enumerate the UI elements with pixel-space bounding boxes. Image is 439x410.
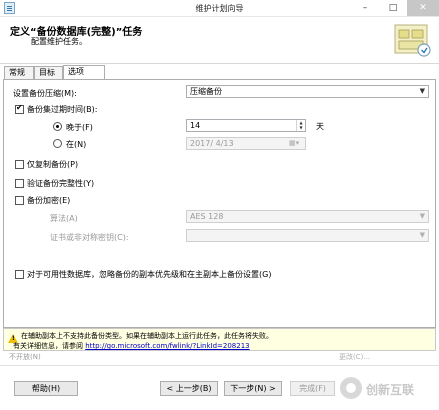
next-button[interactable]: 下一步(N) > bbox=[224, 381, 282, 396]
algorithm-label: 算法(A) bbox=[50, 214, 78, 223]
warning-bar: 在辅助副本上不支持此备份类型。如果在辅助副本上运行此任务，此任务将失败。 有关详… bbox=[3, 328, 436, 351]
expire-label: 备份集过期时间(B): bbox=[27, 105, 98, 114]
page-subtitle: 配置维护任务。 bbox=[31, 37, 87, 46]
on-date-radio[interactable] bbox=[53, 139, 62, 148]
after-label: 晚于(F) bbox=[66, 123, 93, 132]
spinner-arrows-icon[interactable]: ▲ ▼ bbox=[296, 120, 305, 131]
close-button[interactable]: ✕ bbox=[407, 0, 439, 16]
watermark: 创新互联 bbox=[340, 375, 437, 405]
algorithm-select[interactable]: AES 128 ▼ bbox=[186, 210, 429, 223]
verify-label: 验证备份完整性(Y) bbox=[27, 179, 95, 188]
algorithm-value: AES 128 bbox=[190, 212, 224, 221]
warning-more-info-prefix: 有关详细信息，请参阅 bbox=[13, 342, 83, 350]
help-link[interactable]: http://go.microsoft.com/fwlink/?LinkId=2… bbox=[85, 342, 249, 350]
minimize-button[interactable]: – bbox=[352, 0, 378, 16]
tab-general[interactable]: 常规 bbox=[4, 66, 34, 79]
maximize-button[interactable]: □ bbox=[380, 0, 406, 16]
days-spinner[interactable]: 14 ▲ ▼ bbox=[186, 119, 306, 132]
obscured-row: 不开放(N) 更改(C)... bbox=[9, 352, 429, 363]
watermark-text: 创新互联 bbox=[366, 383, 415, 397]
expire-checkbox[interactable] bbox=[15, 103, 24, 114]
back-button[interactable]: < 上一步(B) bbox=[160, 381, 218, 396]
compression-label: 设置备份压缩(M): bbox=[13, 89, 77, 98]
compression-value: 压缩备份 bbox=[190, 87, 222, 96]
watermark-logo-icon bbox=[340, 377, 362, 399]
window-titlebar: 维护计划向导 – □ ✕ bbox=[0, 0, 439, 17]
obscured-change-button[interactable]: 更改(C)... bbox=[339, 352, 370, 362]
after-radio[interactable] bbox=[53, 122, 62, 131]
encrypt-label: 备份加密(E) bbox=[27, 196, 71, 205]
finish-button[interactable]: 完成(F) bbox=[290, 381, 335, 396]
tab-target[interactable]: 目标 bbox=[34, 66, 63, 79]
encrypt-checkbox[interactable] bbox=[15, 196, 24, 205]
obscured-left-text: 不开放(N) bbox=[9, 353, 41, 361]
help-button[interactable]: 帮助(H) bbox=[14, 381, 78, 396]
warning-text: 在辅助副本上不支持此备份类型。如果在辅助副本上运行此任务，此任务将失败。 bbox=[21, 332, 273, 340]
ag-ignore-label: 对于可用性数据库，忽略备份的副本优先级和在主副本上备份设置(G) bbox=[27, 270, 272, 279]
verify-checkbox[interactable] bbox=[15, 179, 24, 188]
days-unit-label: 天 bbox=[316, 122, 324, 131]
on-date-label: 在(N) bbox=[66, 140, 87, 149]
copy-only-label: 仅复制备份(P) bbox=[27, 160, 79, 169]
ag-ignore-checkbox[interactable] bbox=[15, 270, 24, 279]
cert-select[interactable]: ▼ bbox=[186, 229, 429, 242]
chevron-down-icon: ▼ bbox=[419, 212, 425, 220]
chevron-down-icon: ▼ bbox=[419, 231, 425, 239]
cert-label: 证书或非对称密钥(C): bbox=[50, 233, 129, 242]
compression-select[interactable]: 压缩备份 ▼ bbox=[186, 85, 429, 98]
warning-more-info: 有关详细信息，请参阅 http://go.microsoft.com/fwlin… bbox=[13, 341, 250, 351]
copy-only-checkbox[interactable] bbox=[15, 160, 24, 169]
wizard-header: 定义“备份数据库(完整)”任务 配置维护任务。 bbox=[0, 17, 439, 64]
maintenance-plan-icon bbox=[394, 24, 431, 57]
date-value: 2017/ 4/13 bbox=[190, 139, 234, 148]
options-panel: 设置备份压缩(M): 压缩备份 ▼ 备份集过期时间(B): 晚于(F) 14 ▲… bbox=[3, 79, 436, 328]
calendar-dropdown-icon[interactable]: ▦▾ bbox=[289, 139, 303, 148]
days-value: 14 bbox=[190, 121, 201, 130]
date-picker[interactable]: 2017/ 4/13 ▦▾ bbox=[186, 137, 306, 150]
chevron-down-icon: ▼ bbox=[419, 87, 425, 95]
tab-options[interactable]: 选项 bbox=[63, 65, 105, 80]
